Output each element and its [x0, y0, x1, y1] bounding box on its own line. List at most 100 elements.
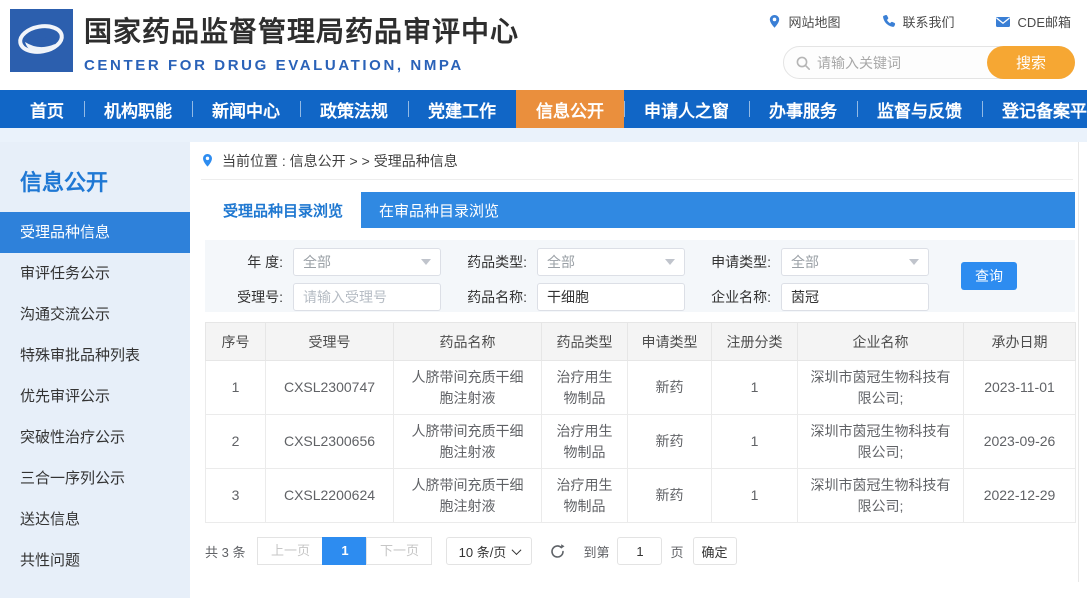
drug-name-input[interactable]	[537, 283, 685, 311]
table-cell: 人脐带间充质干细胞注射液	[394, 361, 542, 415]
contact-link[interactable]: 联系我们	[881, 12, 955, 31]
sidebar-item[interactable]: 优先审评公示	[0, 376, 190, 417]
table-header-cell: 承办日期	[964, 323, 1076, 361]
nav-item[interactable]: 申请人之窗	[624, 90, 749, 128]
pagination: 共 3 条 上一页 1 下一页 10 条/页 到第 页 确定	[205, 537, 1075, 565]
tab-bar: 受理品种目录浏览 在审品种目录浏览	[205, 192, 1075, 228]
table-cell: 1	[712, 361, 798, 415]
filter-panel: 年 度: 全部 药品类型: 全部 申请类型: 全部	[205, 240, 1075, 312]
table-header-cell: 序号	[206, 323, 266, 361]
prev-page-button[interactable]: 上一页	[257, 537, 323, 565]
nav-item[interactable]: 机构职能	[84, 90, 192, 128]
search-input[interactable]	[811, 55, 987, 71]
swan-logo-icon	[15, 14, 69, 68]
table-cell: 治疗用生物制品	[542, 469, 628, 523]
nav-list: 首页 机构职能 新闻中心 政策法规 党建工作 信息公开 申请人之窗 办事服务 监…	[0, 90, 1087, 128]
site-header: 国家药品监督管理局药品审评中心 CENTER FOR DRUG EVALUATI…	[0, 0, 1087, 90]
table-cell: 新药	[628, 361, 712, 415]
sidebar-item[interactable]: 审评任务公示	[0, 253, 190, 294]
confirm-button[interactable]: 确定	[693, 537, 737, 565]
site-title: 国家药品监督管理局药品审评中心	[84, 10, 519, 50]
nav-item[interactable]: 党建工作	[408, 90, 516, 128]
location-pin-icon	[767, 14, 782, 29]
mailbox-link[interactable]: CDE邮箱	[995, 12, 1071, 31]
table-cell: 治疗用生物制品	[542, 415, 628, 469]
chevron-down-icon	[665, 259, 675, 265]
table-header-cell: 申请类型	[628, 323, 712, 361]
drug-name-label: 药品名称:	[455, 287, 527, 307]
table-cell: 2	[206, 415, 266, 469]
sidebar-item[interactable]: 受理品种信息	[0, 212, 190, 253]
drug-type-label: 药品类型:	[455, 252, 527, 272]
refresh-icon[interactable]	[549, 543, 566, 560]
chevron-down-icon	[512, 545, 522, 555]
sidebar-item[interactable]: 送达信息	[0, 499, 190, 540]
year-select[interactable]: 全部	[293, 248, 441, 276]
search-icon	[795, 55, 811, 71]
table-cell: 新药	[628, 415, 712, 469]
acceptance-no-input[interactable]	[293, 283, 441, 311]
goto-page-suffix: 页	[670, 542, 683, 561]
main-content: 当前位置 : 信息公开 > > 受理品种信息 受理品种目录浏览 在审品种目录浏览…	[190, 142, 1087, 598]
page-size-select[interactable]: 10 条/页	[446, 537, 532, 565]
year-label: 年 度:	[211, 252, 283, 272]
table-row: 3CXSL2200624人脐带间充质干细胞注射液治疗用生物制品新药1深圳市茵冠生…	[206, 469, 1076, 523]
table-cell: 治疗用生物制品	[542, 361, 628, 415]
drug-type-select[interactable]: 全部	[537, 248, 685, 276]
site-titles: 国家药品监督管理局药品审评中心 CENTER FOR DRUG EVALUATI…	[84, 10, 519, 74]
breadcrumb: 当前位置 : 信息公开 > > 受理品种信息	[201, 142, 1073, 180]
table-cell: 3	[206, 469, 266, 523]
sitemap-label: 网站地图	[789, 12, 841, 31]
table-cell: 1	[712, 469, 798, 523]
sidebar-item[interactable]: 突破性治疗公示	[0, 417, 190, 458]
contact-label: 联系我们	[903, 12, 955, 31]
sidebar-item[interactable]: 沟通交流公示	[0, 294, 190, 335]
table-cell: 2023-09-26	[964, 415, 1076, 469]
company-name-filter: 企业名称:	[699, 283, 929, 311]
table-header-cell: 注册分类	[712, 323, 798, 361]
sidebar-item[interactable]: 共性问题	[0, 540, 190, 581]
nav-item[interactable]: 登记备案平台	[982, 90, 1087, 128]
sidebar-item[interactable]: 三合一序列公示	[0, 458, 190, 499]
goto-page-input[interactable]	[617, 537, 662, 565]
nav-item[interactable]: 信息公开	[516, 90, 624, 128]
nav-item[interactable]: 新闻中心	[192, 90, 300, 128]
table-cell: CXSL2300747	[266, 361, 394, 415]
current-page-button[interactable]: 1	[322, 537, 367, 565]
header-divider-strip	[0, 128, 1087, 142]
company-name-label: 企业名称:	[699, 287, 771, 307]
table-cell: CXSL2300656	[266, 415, 394, 469]
apply-type-filter: 申请类型: 全部	[699, 248, 929, 276]
sidebar-item[interactable]: 特殊审批品种列表	[0, 335, 190, 376]
nav-item[interactable]: 办事服务	[749, 90, 857, 128]
table-cell: 深圳市茵冠生物科技有限公司;	[798, 469, 964, 523]
sitemap-link[interactable]: 网站地图	[767, 12, 841, 31]
search-bar: 搜索	[783, 46, 1075, 79]
table-cell: 深圳市茵冠生物科技有限公司;	[798, 361, 964, 415]
search-button[interactable]: 搜索	[987, 46, 1075, 79]
results-table: 序号受理号药品名称药品类型申请类型注册分类企业名称承办日期 1CXSL23007…	[205, 322, 1076, 523]
table-cell: 1	[206, 361, 266, 415]
quick-links: 网站地图 联系我们 CDE邮箱	[767, 12, 1071, 31]
query-button[interactable]: 查询	[961, 262, 1017, 290]
breadcrumb-pin-icon	[201, 153, 214, 168]
table-cell: 人脐带间充质干细胞注射液	[394, 469, 542, 523]
sidebar-title: 信息公开	[0, 142, 190, 212]
nav-item[interactable]: 监督与反馈	[857, 90, 982, 128]
nav-item[interactable]: 政策法规	[300, 90, 408, 128]
acceptance-no-label: 受理号:	[211, 287, 283, 307]
tab[interactable]: 在审品种目录浏览	[361, 192, 517, 228]
tab[interactable]: 受理品种目录浏览	[205, 192, 361, 228]
site-subtitle: CENTER FOR DRUG EVALUATION, NMPA	[84, 57, 519, 74]
next-page-button[interactable]: 下一页	[366, 537, 432, 565]
year-filter: 年 度: 全部	[211, 248, 441, 276]
table-row: 2CXSL2300656人脐带间充质干细胞注射液治疗用生物制品新药1深圳市茵冠生…	[206, 415, 1076, 469]
apply-type-select[interactable]: 全部	[781, 248, 929, 276]
table-header-cell: 企业名称	[798, 323, 964, 361]
table-row: 1CXSL2300747人脐带间充质干细胞注射液治疗用生物制品新药1深圳市茵冠生…	[206, 361, 1076, 415]
nav-item[interactable]: 首页	[10, 90, 84, 128]
phone-icon	[881, 14, 896, 29]
table-header-cell: 药品名称	[394, 323, 542, 361]
cde-logo[interactable]	[10, 9, 73, 72]
company-name-input[interactable]	[781, 283, 929, 311]
